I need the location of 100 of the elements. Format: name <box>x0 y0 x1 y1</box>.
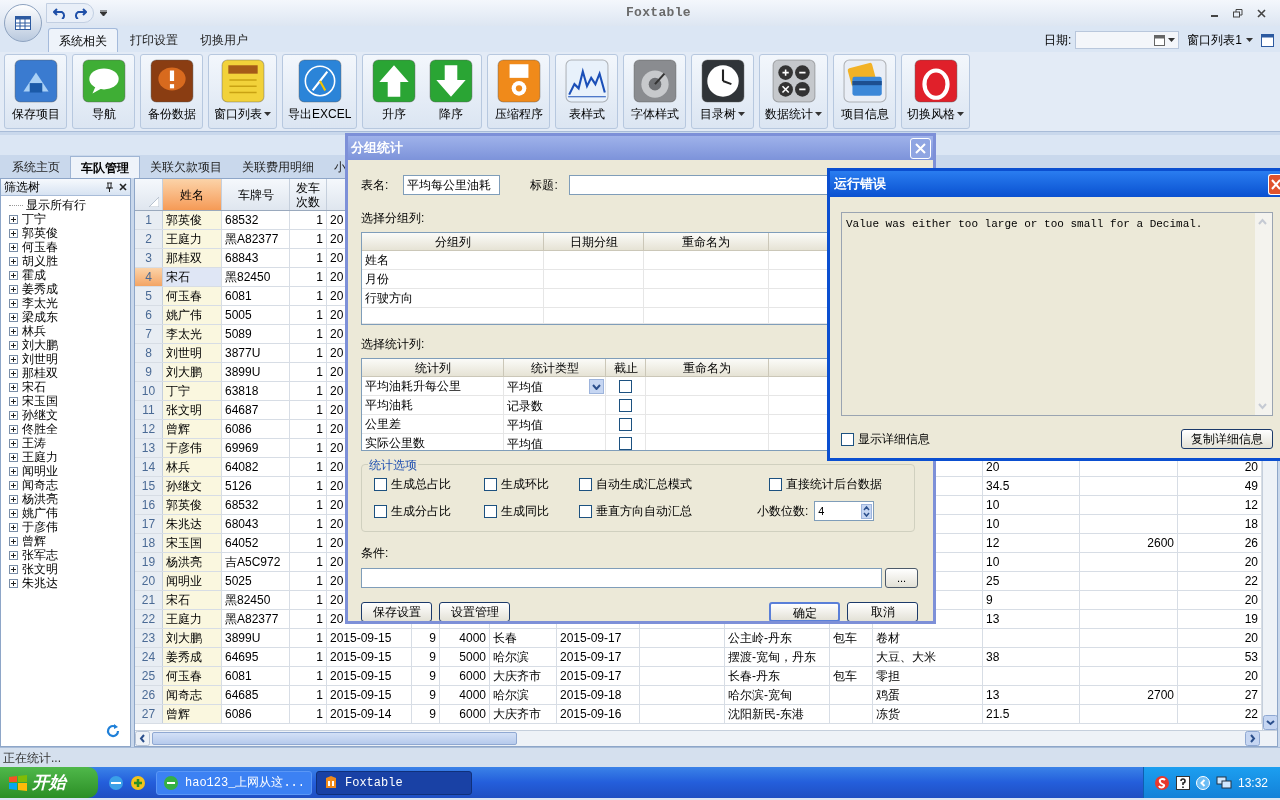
checkbox[interactable] <box>619 437 632 450</box>
tree-item[interactable]: 于彦伟 <box>22 520 58 534</box>
ribbon-tab[interactable]: 系统相关 <box>48 28 118 52</box>
ribbon-button[interactable]: 备份数据 <box>144 59 199 128</box>
expand-icon[interactable] <box>9 228 18 238</box>
refresh-icon[interactable] <box>106 724 120 738</box>
expand-icon[interactable] <box>9 368 18 378</box>
tree-item[interactable]: 姚广伟 <box>22 506 58 520</box>
tree-item[interactable]: 佟胜全 <box>22 422 58 436</box>
checkbox[interactable] <box>484 504 497 518</box>
ribbon-button[interactable]: 切换风格 <box>905 59 967 128</box>
document-tab[interactable]: 小 <box>324 156 356 178</box>
row-header[interactable]: 12 <box>135 420 163 438</box>
taskbar-button[interactable]: hao123_上网从这... <box>156 770 312 795</box>
tree-item[interactable]: 张文明 <box>22 562 58 576</box>
undo-icon[interactable] <box>53 7 67 19</box>
column-header[interactable]: 重命名为 <box>646 359 769 377</box>
pin-icon[interactable] <box>105 182 114 192</box>
row-header[interactable]: 27 <box>135 705 163 723</box>
row-header[interactable]: 24 <box>135 648 163 666</box>
checkbox[interactable] <box>374 477 387 491</box>
expand-icon[interactable] <box>9 494 18 504</box>
ribbon-button[interactable]: 表样式 <box>559 59 615 128</box>
row-header[interactable]: 16 <box>135 496 163 514</box>
checkbox[interactable] <box>619 399 632 412</box>
row-header[interactable]: 25 <box>135 667 163 685</box>
expand-icon[interactable] <box>9 340 18 350</box>
restore-icon[interactable] <box>1233 8 1243 18</box>
column-header[interactable]: 截止 <box>606 359 646 377</box>
ribbon-button[interactable]: 压缩程序 <box>491 59 547 128</box>
document-tab[interactable]: 系统主页 <box>2 156 70 178</box>
button[interactable]: 取消 <box>847 602 918 621</box>
row-header[interactable]: 14 <box>135 458 163 476</box>
button[interactable]: 确定 <box>769 602 840 621</box>
tree-item[interactable]: 曾辉 <box>22 534 46 548</box>
checkbox[interactable] <box>769 477 782 491</box>
tree-item[interactable]: 闻奇志 <box>22 478 58 492</box>
column-header[interactable]: 车牌号 <box>222 179 290 210</box>
dropdown-value[interactable]: 平均值 <box>507 377 543 396</box>
document-tab[interactable]: 车队管理 <box>70 156 140 178</box>
row-header[interactable]: 1 <box>135 211 163 229</box>
number-spinner[interactable]: 4 <box>814 501 875 521</box>
checkbox[interactable] <box>619 380 632 393</box>
expand-icon[interactable] <box>9 564 18 574</box>
help-icon[interactable] <box>1175 775 1190 790</box>
expand-icon[interactable] <box>9 522 18 532</box>
row-header[interactable]: 15 <box>135 477 163 495</box>
column-header[interactable]: 统计列 <box>362 359 504 377</box>
input-field[interactable]: 平均每公里油耗 <box>402 175 501 195</box>
row-header[interactable]: 17 <box>135 515 163 533</box>
document-tab[interactable]: 关联欠款项目 <box>140 156 232 178</box>
expand-icon[interactable] <box>9 550 18 560</box>
browse-button[interactable]: ... <box>885 568 918 588</box>
tree-item[interactable]: 刘大鹏 <box>22 338 58 352</box>
ribbon-button[interactable]: 项目信息 <box>837 59 893 128</box>
expand-icon[interactable] <box>9 438 18 448</box>
tree-item[interactable]: 梁成东 <box>22 310 58 324</box>
date-field[interactable] <box>1075 31 1180 49</box>
expand-icon[interactable] <box>9 242 18 252</box>
customize-caret-icon[interactable] <box>100 10 107 16</box>
vertical-scrollbar[interactable] <box>1255 213 1272 415</box>
collapse-tray-icon[interactable] <box>1195 775 1210 790</box>
row-header[interactable]: 11 <box>135 401 163 419</box>
row-header[interactable]: 21 <box>135 591 163 609</box>
tree-item[interactable]: 朱兆达 <box>22 576 58 590</box>
expand-icon[interactable] <box>9 326 18 336</box>
tree-item[interactable]: 胡义胜 <box>22 254 58 268</box>
window-grid-icon[interactable] <box>1261 33 1274 47</box>
button[interactable]: 保存设置 <box>361 602 432 621</box>
document-tab[interactable]: 关联费用明细 <box>232 156 324 178</box>
column-header[interactable]: 重命名为 <box>644 233 769 251</box>
app-menu-button[interactable] <box>4 4 42 42</box>
taskbar-button[interactable]: Foxtable <box>316 770 472 795</box>
checkbox[interactable] <box>579 504 592 518</box>
ribbon-button[interactable]: 字体样式 <box>627 59 683 128</box>
close-button[interactable] <box>1268 173 1280 195</box>
redo-icon[interactable] <box>73 7 87 19</box>
network-icon[interactable] <box>1215 775 1232 790</box>
column-header[interactable]: 分组列 <box>362 233 544 251</box>
input-field[interactable] <box>361 568 882 588</box>
tree-item[interactable]: 宋玉国 <box>22 394 58 408</box>
row-header[interactable]: 3 <box>135 249 163 267</box>
tree-item[interactable]: 杨洪亮 <box>22 492 58 506</box>
row-header[interactable]: 20 <box>135 572 163 590</box>
column-header[interactable]: 发车次数 <box>290 179 327 210</box>
ribbon-tab[interactable]: 切换用户 <box>190 28 258 52</box>
close-icon[interactable] <box>119 183 127 191</box>
column-header[interactable]: 统计类型 <box>504 359 606 377</box>
checkbox[interactable] <box>841 432 854 446</box>
row-header[interactable]: 13 <box>135 439 163 457</box>
checkbox[interactable] <box>374 504 387 518</box>
expand-icon[interactable] <box>9 382 18 392</box>
scroll-thumb[interactable] <box>152 732 517 745</box>
expand-icon[interactable] <box>9 256 18 266</box>
row-header[interactable]: 22 <box>135 610 163 628</box>
window-list-dropdown[interactable]: 窗口列表1 <box>1187 31 1253 49</box>
row-header[interactable]: 7 <box>135 325 163 343</box>
close-icon[interactable] <box>1257 8 1266 18</box>
button[interactable]: 设置管理 <box>439 602 510 621</box>
s-logo-icon[interactable] <box>1153 774 1170 791</box>
